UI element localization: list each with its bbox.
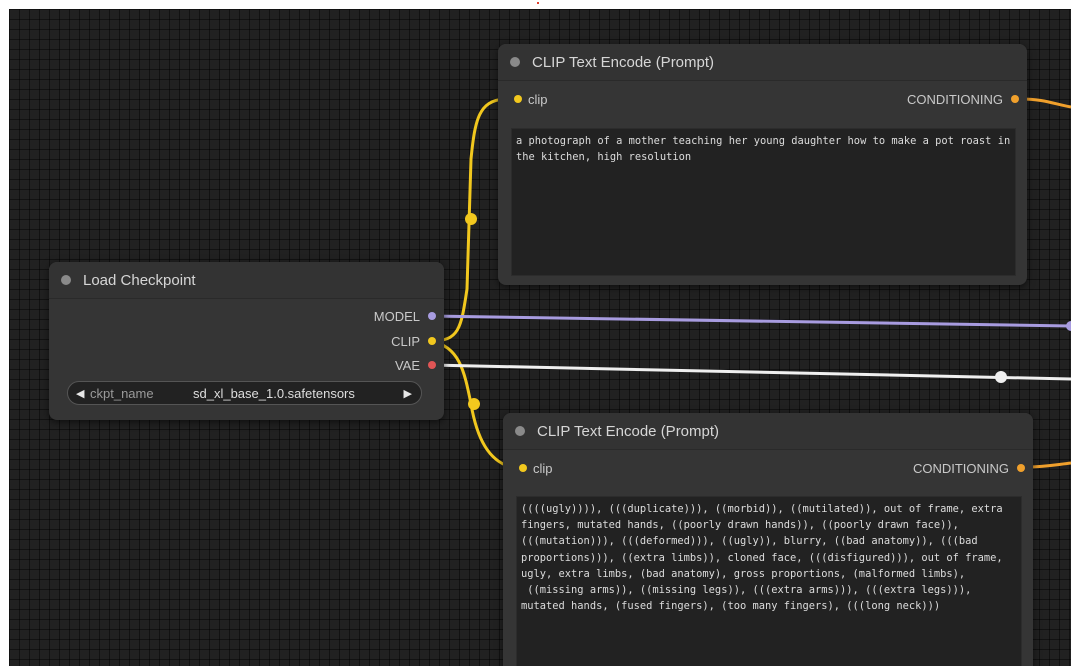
vae-output-slot[interactable]: VAE (49, 353, 444, 377)
vae-output-dot-icon[interactable] (428, 361, 436, 369)
vae-output-label: VAE (394, 357, 420, 373)
clip-output-label: CLIP (391, 333, 420, 349)
model-link[interactable] (430, 314, 1071, 328)
clip-output-dot-icon[interactable] (428, 337, 436, 345)
node-title: CLIP Text Encode (Prompt) (532, 53, 715, 71)
node-title: CLIP Text Encode (Prompt) (537, 422, 720, 440)
model-link-end (1066, 321, 1071, 331)
load-checkpoint-node-header[interactable]: Load Checkpoint (49, 262, 444, 299)
vae-link-midpoint[interactable] (995, 371, 1007, 383)
previous-arrow-icon[interactable]: ◀ (76, 387, 84, 400)
model-output-label: MODEL (373, 308, 420, 324)
conditioning-output-dot-icon[interactable] (1011, 95, 1019, 103)
canvas-marker (537, 2, 539, 4)
clip-input-dot-icon[interactable] (519, 464, 527, 472)
collapse-dot-icon[interactable] (510, 57, 520, 67)
clip-input-dot-icon[interactable] (514, 95, 522, 103)
node-title: Load Checkpoint (83, 271, 196, 289)
clip-link-midpoint[interactable] (465, 213, 477, 225)
clip-input-slot[interactable]: clip CONDITIONING (498, 87, 1027, 111)
clip-input-label: clip (533, 460, 553, 476)
positive-prompt-textarea[interactable]: a photograph of a mother teaching her yo… (511, 128, 1016, 276)
model-output-dot-icon[interactable] (428, 312, 436, 320)
clip-input-label: clip (528, 91, 548, 107)
vae-link[interactable] (430, 363, 1071, 381)
next-arrow-icon[interactable]: ▶ (404, 387, 412, 400)
clip-link-midpoint-lower[interactable] (468, 398, 480, 410)
ckpt-name-value: sd_xl_base_1.0.safetensors (193, 385, 355, 401)
conditioning-output-label: CONDITIONING (912, 460, 1009, 476)
clip-input-slot[interactable]: clip CONDITIONING (503, 456, 1033, 480)
load-checkpoint-node[interactable]: Load Checkpoint MODEL CLIP VAE ◀ ckpt_na… (49, 262, 444, 420)
negative-prompt-textarea[interactable]: ((((ugly)))), (((duplicate))), ((morbid)… (516, 496, 1022, 666)
clip-output-slot[interactable]: CLIP (49, 329, 444, 353)
conditioning-link-positive[interactable] (1020, 97, 1071, 109)
conditioning-output-label: CONDITIONING (906, 91, 1003, 107)
collapse-dot-icon[interactable] (515, 426, 525, 436)
negative-prompt-node-header[interactable]: CLIP Text Encode (Prompt) (503, 413, 1033, 450)
negative-prompt-node[interactable]: CLIP Text Encode (Prompt) clip CONDITION… (503, 413, 1033, 666)
positive-prompt-node[interactable]: CLIP Text Encode (Prompt) clip CONDITION… (498, 44, 1027, 285)
model-output-slot[interactable]: MODEL (49, 304, 444, 328)
conditioning-output-dot-icon[interactable] (1017, 464, 1025, 472)
collapse-dot-icon[interactable] (61, 275, 71, 285)
node-graph-canvas[interactable]: CLIP Text Encode (Prompt) clip CONDITION… (9, 9, 1071, 666)
positive-prompt-node-header[interactable]: CLIP Text Encode (Prompt) (498, 44, 1027, 81)
ckpt-name-label: ckpt_name (90, 385, 154, 401)
ckpt-name-selector[interactable]: ◀ ckpt_name sd_xl_base_1.0.safetensors ▶ (67, 381, 422, 405)
